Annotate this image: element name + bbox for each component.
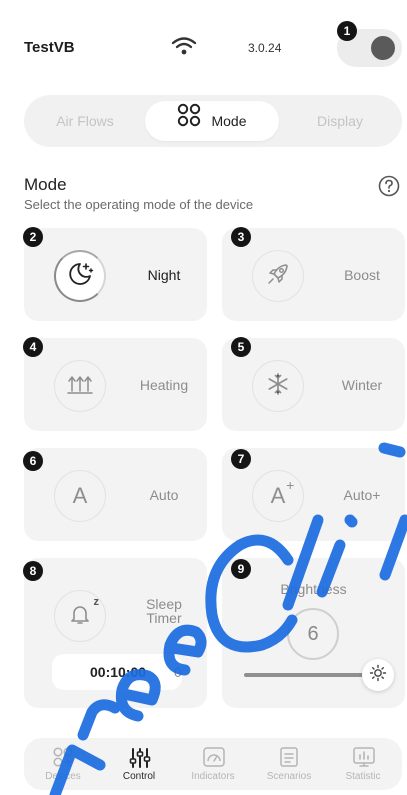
mode-label: Heating — [139, 376, 189, 393]
nav-scenarios[interactable]: Scenarios — [252, 742, 326, 788]
letter-a-icon: A — [72, 483, 88, 508]
devices-icon — [52, 746, 74, 773]
mode-label: Boost — [344, 266, 380, 283]
nav-scenarios-label: Scenarios — [266, 771, 312, 782]
mode-icon-circle: z — [54, 590, 106, 642]
sleep-timer-label: Sleep Timer — [134, 597, 194, 625]
bell-z-letter: z — [93, 595, 100, 608]
help-icon[interactable] — [378, 175, 400, 202]
callout-badge-9: 9 — [231, 559, 251, 579]
callout-badge-4: 4 — [23, 337, 43, 357]
snowflake-icon — [265, 371, 291, 402]
mode-icon-circle — [54, 250, 106, 302]
mode-icon-circle: A + — [252, 470, 304, 522]
brightness-slider-thumb[interactable] — [362, 659, 394, 691]
plus-sup: + — [286, 477, 295, 493]
tab-mode-label: Mode — [211, 113, 247, 129]
callout-badge-6: 6 — [23, 451, 43, 471]
mode-card-heating[interactable]: Heating — [24, 338, 207, 431]
rocket-icon — [264, 260, 292, 293]
tab-mode[interactable]: Mode — [145, 101, 279, 141]
mode-icon-circle: A — [54, 470, 106, 522]
letter-a-plus-icon: A + — [270, 477, 295, 509]
callout-badge-1: 1 — [337, 21, 357, 41]
four-circles-icon — [177, 102, 201, 142]
mode-tabs: Air Flows Mode Display — [24, 95, 402, 147]
callout-badge-7: 7 — [231, 449, 251, 469]
section-title: Mode — [24, 175, 67, 194]
callout-badge-8: 8 — [23, 561, 43, 581]
nav-control[interactable]: Control — [102, 742, 176, 788]
bottom-nav: Devices Control Indicators Scenarios Sta… — [24, 738, 402, 790]
brightness-slider-track[interactable] — [244, 673, 369, 677]
mode-label: Winter — [341, 376, 383, 393]
nav-control-label: Control — [122, 771, 156, 782]
tab-display[interactable]: Display — [284, 101, 396, 141]
sun-icon — [369, 664, 387, 687]
firmware-version: 3.0.24 — [248, 41, 282, 55]
tab-air-flows[interactable]: Air Flows — [30, 101, 140, 141]
heat-waves-icon — [65, 372, 95, 401]
mode-label: Auto — [149, 486, 179, 503]
mode-label: Auto+ — [343, 486, 381, 503]
moon-stars-icon — [65, 259, 95, 294]
nav-indicators-label: Indicators — [191, 771, 235, 782]
nav-devices[interactable]: Devices — [26, 742, 100, 788]
callout-badge-2: 2 — [23, 227, 43, 247]
nav-devices-label: Devices — [45, 771, 81, 782]
tab-air-flows-label: Air Flows — [56, 113, 114, 129]
bell-z-icon: z — [68, 596, 99, 631]
mode-label: Night — [147, 266, 181, 283]
sleep-timer-label-line2: Timer — [146, 610, 182, 626]
brightness-card: Brightness 6 — [222, 558, 405, 708]
device-name: TestVB — [24, 39, 75, 56]
sleep-timer-value[interactable]: 00:10:00 — [52, 654, 182, 690]
sleep-timer-card[interactable]: z Sleep Timer 00:10:00 0 — [24, 558, 207, 708]
letter-a: A — [270, 483, 286, 508]
nav-indicators[interactable]: Indicators — [176, 742, 250, 788]
gauge-icon — [202, 746, 226, 773]
mode-card-auto[interactable]: A Auto — [24, 448, 207, 541]
brightness-label: Brightness — [280, 581, 347, 597]
list-icon — [278, 746, 300, 773]
wifi-icon — [171, 36, 197, 61]
nav-statistic[interactable]: Statistic — [326, 742, 400, 788]
callout-badge-3: 3 — [231, 227, 251, 247]
mode-card-night[interactable]: Night — [24, 228, 207, 321]
nav-statistic-label: Statistic — [345, 771, 381, 782]
bar-chart-icon — [352, 746, 376, 773]
brightness-value: 6 — [287, 608, 339, 660]
sleep-timer-extra: 0 — [174, 664, 182, 680]
callout-badge-5: 5 — [231, 337, 251, 357]
tab-display-label: Display — [317, 113, 363, 129]
mode-icon-circle — [54, 360, 106, 412]
mode-icon-circle — [252, 250, 304, 302]
section-subtitle: Select the operating mode of the device — [24, 197, 254, 212]
sleep-timer-label-line1: Sleep — [146, 596, 182, 612]
mode-icon-circle — [252, 360, 304, 412]
toggle-knob[interactable] — [371, 36, 395, 60]
